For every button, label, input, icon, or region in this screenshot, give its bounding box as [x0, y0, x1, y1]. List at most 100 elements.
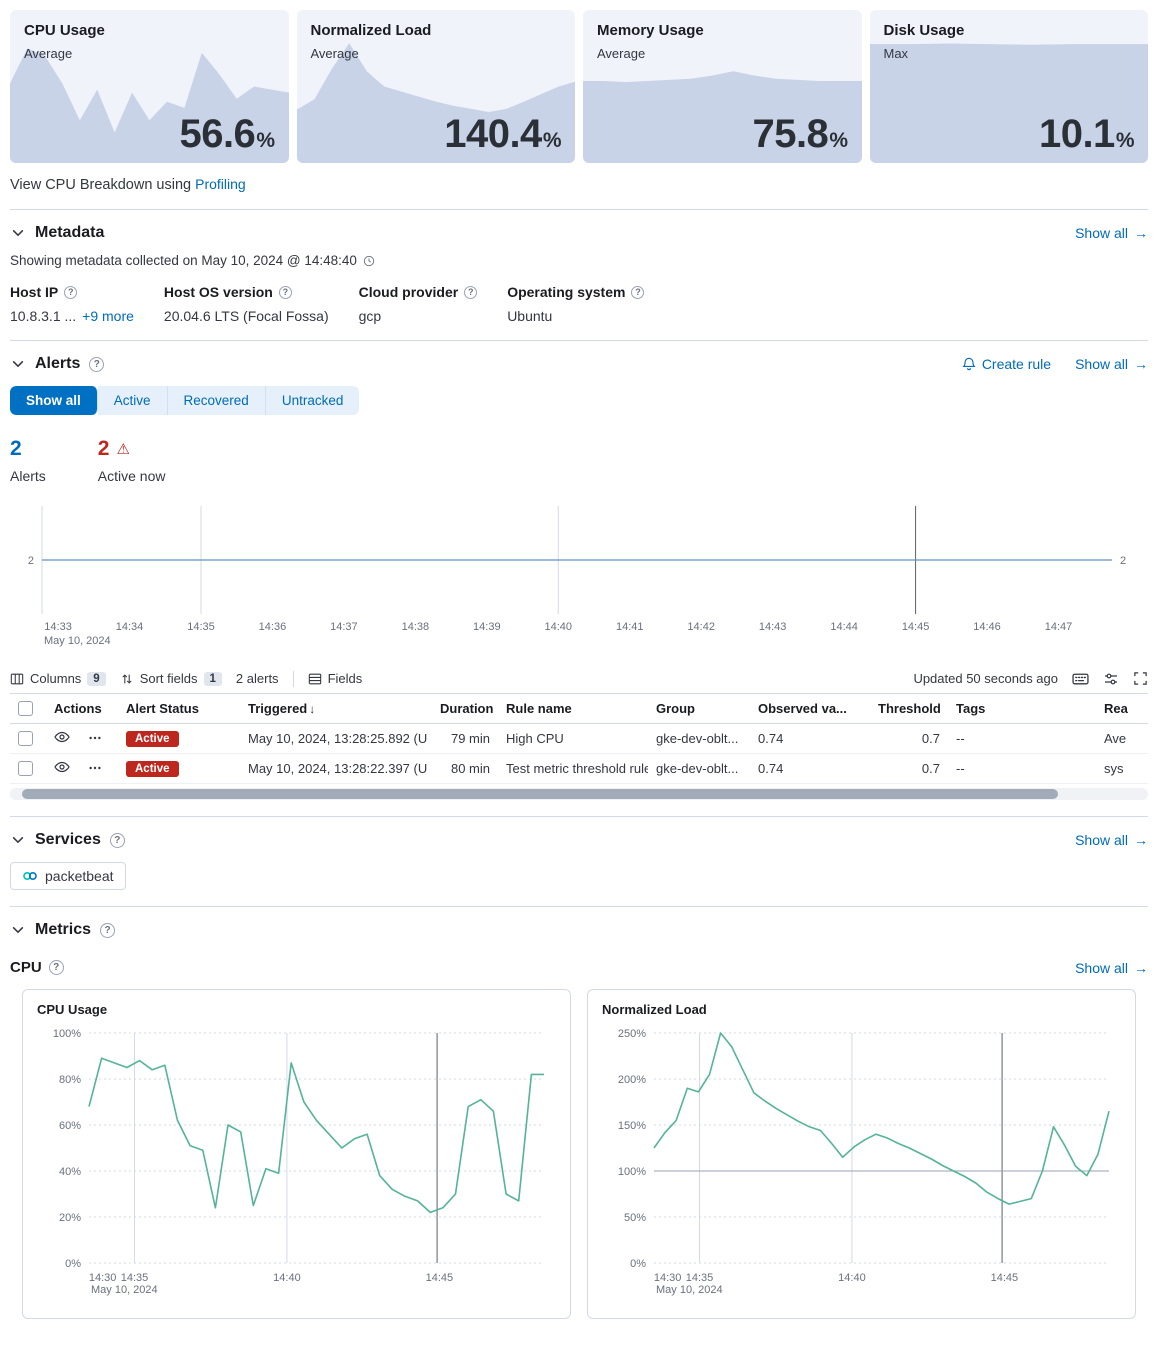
columns-label: Columns	[30, 671, 81, 686]
row-actions-cell	[46, 724, 118, 754]
help-icon[interactable]: ?	[64, 286, 77, 299]
filter-recovered[interactable]: Recovered	[168, 386, 266, 415]
alerts-table-header-row: Actions Alert Status Triggered↓ Duration…	[10, 694, 1148, 724]
row-checkbox[interactable]	[18, 761, 33, 776]
alerts-show-all-link[interactable]: Show all→	[1075, 356, 1148, 372]
alert-status-badge: Active	[126, 731, 179, 747]
service-packetbeat[interactable]: packetbeat	[10, 862, 126, 890]
col-header-triggered[interactable]: Triggered↓	[240, 694, 432, 724]
svg-text:14:35: 14:35	[187, 621, 215, 633]
collapse-chevron-icon[interactable]	[10, 922, 26, 938]
filter-show-all[interactable]: Show all	[10, 386, 98, 415]
collapse-chevron-icon[interactable]	[10, 356, 26, 372]
kpi-card-disk-usage[interactable]: Disk Usage Max 10.1%	[870, 10, 1149, 163]
service-name: packetbeat	[45, 868, 114, 884]
svg-text:14:33: 14:33	[44, 621, 72, 633]
sort-fields-button[interactable]: Sort fields 1	[120, 671, 222, 686]
display-options-icon[interactable]	[1103, 671, 1119, 687]
col-header-label: Alert Status	[126, 701, 199, 716]
cpu-usage-chart[interactable]: 0%20%40%60%80%100%14:3014:3514:4014:45Ma…	[37, 1021, 556, 1303]
svg-text:80%: 80%	[59, 1074, 81, 1086]
kpi-card-memory-usage[interactable]: Memory Usage Average 75.8%	[583, 10, 862, 163]
col-header-duration[interactable]: Duration	[432, 694, 498, 724]
metadata-field-value: gcp	[359, 308, 382, 324]
row-select-cell	[10, 724, 46, 754]
help-icon[interactable]: ?	[49, 960, 64, 975]
create-rule-label: Create rule	[982, 356, 1051, 372]
view-alert-eye-icon[interactable]	[54, 759, 70, 775]
col-header-rule-name[interactable]: Rule name	[498, 694, 648, 724]
metadata-show-all-link[interactable]: Show all→	[1075, 225, 1148, 241]
kpi-card-cpu-usage[interactable]: CPU Usage Average 56.6%	[10, 10, 289, 163]
triggered-cell: May 10, 2024, 13:28:22.397 (U	[240, 754, 432, 784]
services-show-all-link[interactable]: Show all→	[1075, 832, 1148, 848]
keyboard-shortcuts-icon[interactable]	[1072, 670, 1089, 687]
svg-text:May 10, 2024: May 10, 2024	[44, 635, 111, 647]
select-all-checkbox[interactable]	[18, 701, 33, 716]
collected-note-text: Showing metadata collected on May 10, 20…	[10, 253, 357, 268]
col-header-group[interactable]: Group	[648, 694, 750, 724]
svg-text:0%: 0%	[630, 1258, 646, 1270]
col-header-label: Triggered	[248, 701, 307, 716]
filter-untracked[interactable]: Untracked	[266, 386, 360, 415]
help-icon[interactable]: ?	[279, 286, 292, 299]
row-actions-menu-icon[interactable]	[88, 731, 102, 745]
profiling-link[interactable]: Profiling	[195, 176, 246, 192]
show-all-label: Show all	[1075, 225, 1128, 241]
alerts-grid-toolbar: Columns 9 Sort fields 1 2 alerts Fields …	[10, 670, 1148, 687]
alerts-active-count: 2⚠	[98, 437, 166, 461]
view-alert-eye-icon[interactable]	[54, 729, 70, 745]
fullscreen-icon[interactable]	[1133, 671, 1148, 686]
columns-selector-button[interactable]: Columns 9	[10, 671, 106, 686]
kpi-card-header: Memory Usage Average	[583, 10, 862, 61]
svg-text:14:40: 14:40	[273, 1272, 301, 1284]
col-header-tags[interactable]: Tags	[948, 694, 1096, 724]
kpi-card-normalized-load[interactable]: Normalized Load Average 140.4%	[297, 10, 576, 163]
alert-table-row[interactable]: Active May 10, 2024, 13:28:22.397 (U 80 …	[10, 754, 1148, 784]
metrics-show-all-link[interactable]: Show all→	[1075, 960, 1148, 976]
row-actions-menu-icon[interactable]	[88, 761, 102, 775]
fields-button[interactable]: Fields	[308, 671, 363, 686]
col-header-label: Rule name	[506, 701, 572, 716]
help-icon[interactable]: ?	[110, 833, 125, 848]
svg-text:60%: 60%	[59, 1120, 81, 1132]
metadata-field-label: Host IP	[10, 284, 58, 300]
warning-triangle-icon: ⚠	[116, 440, 129, 458]
services-section: Services ? Show all→ packetbeat	[10, 831, 1148, 890]
col-header-label: Actions	[54, 701, 102, 716]
help-icon[interactable]: ?	[631, 286, 644, 299]
show-more-ips-link[interactable]: +9 more	[82, 308, 134, 324]
alerts-timeline-chart[interactable]: 14:3314:3414:3514:3614:3714:3814:3914:40…	[10, 500, 1148, 648]
kpi-value-unit: %	[1116, 129, 1134, 152]
collapse-chevron-icon[interactable]	[10, 225, 26, 241]
kpi-title: Memory Usage	[597, 22, 848, 39]
col-header-threshold[interactable]: Threshold	[870, 694, 948, 724]
filter-active[interactable]: Active	[98, 386, 168, 415]
row-checkbox[interactable]	[18, 731, 33, 746]
svg-text:14:36: 14:36	[259, 621, 287, 633]
collapse-chevron-icon[interactable]	[10, 832, 26, 848]
col-header-label: Tags	[956, 701, 985, 716]
section-divider	[10, 816, 1148, 817]
help-icon[interactable]: ?	[100, 923, 115, 938]
svg-text:14:45: 14:45	[902, 621, 930, 633]
alert-table-row[interactable]: Active May 10, 2024, 13:28:25.892 (U 79 …	[10, 724, 1148, 754]
help-icon[interactable]: ?	[464, 286, 477, 299]
metrics-section-header: Metrics ?	[10, 921, 1148, 939]
bell-icon	[962, 357, 976, 371]
cpu-group-title: CPU	[10, 959, 42, 976]
kpi-value: 10.1%	[1039, 112, 1134, 157]
metadata-section: Metadata Show all→ Showing metadata coll…	[10, 224, 1148, 324]
col-header-alert-status[interactable]: Alert Status	[118, 694, 240, 724]
col-header-reason[interactable]: Rea	[1096, 694, 1148, 724]
help-icon[interactable]: ?	[89, 357, 104, 372]
normalized-load-chart[interactable]: 0%50%100%150%200%250%14:3014:3514:4014:4…	[602, 1021, 1121, 1303]
rule-name-cell: High CPU	[498, 724, 648, 754]
col-header-observed-value[interactable]: Observed va...	[750, 694, 870, 724]
metadata-field-host-ip: Host IP? 10.8.3.1 ...+9 more	[10, 284, 134, 324]
create-rule-button[interactable]: Create rule	[962, 356, 1051, 372]
scrollbar-thumb[interactable]	[22, 789, 1058, 799]
col-header-label: Duration	[440, 701, 493, 716]
metadata-section-header: Metadata Show all→	[10, 224, 1148, 242]
group-cell: gke-dev-oblt...	[648, 724, 750, 754]
